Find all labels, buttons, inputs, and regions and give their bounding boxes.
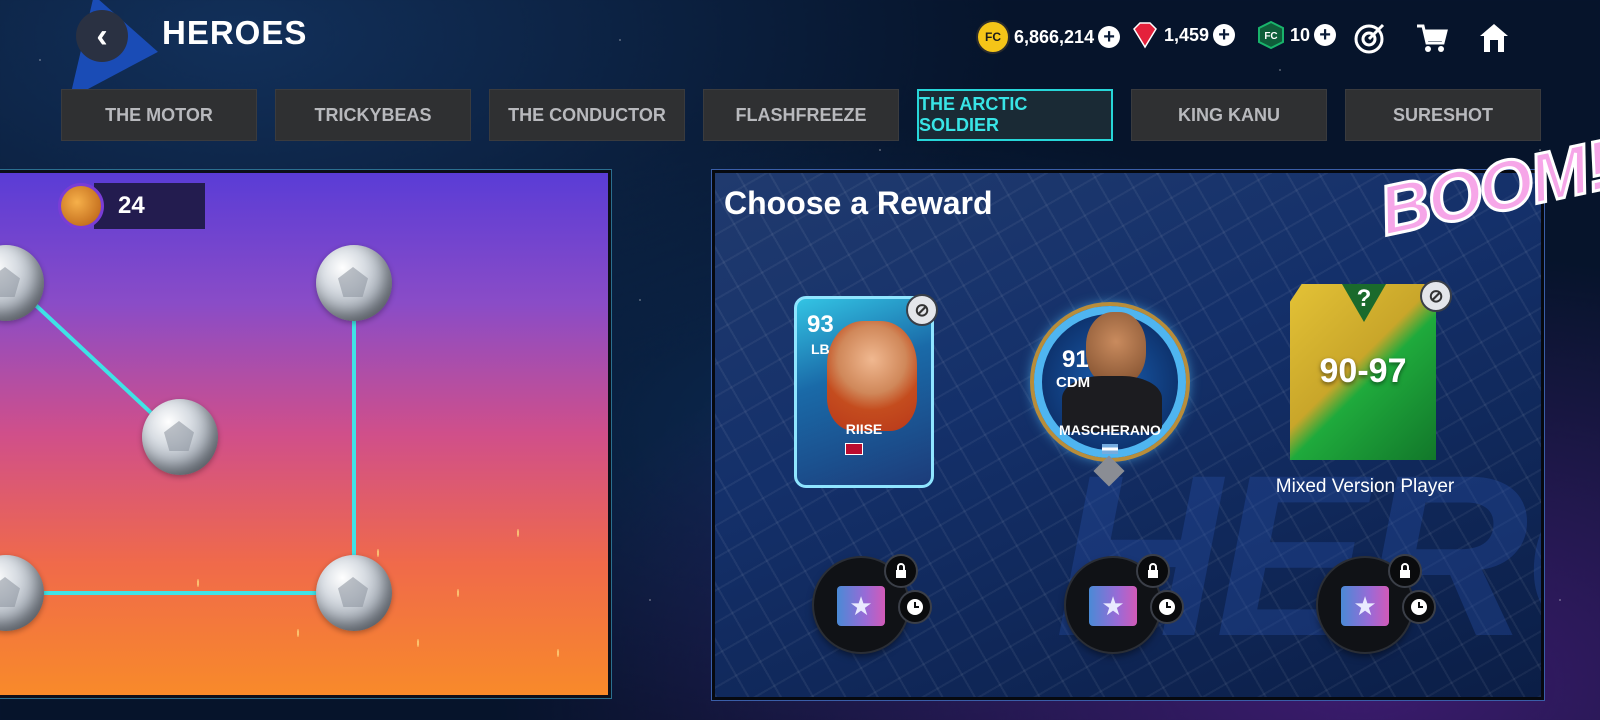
player-position: CDM [1056, 374, 1091, 391]
store-icon[interactable] [1414, 20, 1450, 56]
player-portrait [827, 321, 917, 431]
clock-icon [1402, 590, 1436, 624]
lock-icon [1388, 554, 1422, 588]
player-rating: 91 [1062, 346, 1089, 373]
hero-tabs: THE MOTOR TRICKYBEAS THE CONDUCTOR FLASH… [61, 89, 1541, 141]
ball-count: 24 [94, 183, 205, 229]
page-title: HEROES [162, 14, 308, 51]
add-fc-points-button[interactable]: + [1098, 26, 1121, 48]
untradeable-icon: ⊘ [1420, 280, 1452, 312]
tab-the-motor[interactable]: THE MOTOR [61, 89, 257, 141]
clock-icon [1150, 590, 1184, 624]
add-gems-button[interactable]: + [1213, 24, 1236, 46]
reward-card-mascherano[interactable]: 91 CDM MASCHERANO [1028, 300, 1192, 487]
tab-the-conductor[interactable]: THE CONDUCTOR [489, 89, 685, 141]
ball-counter: 24 [58, 183, 205, 229]
clock-icon [898, 590, 932, 624]
untradeable-icon: ⊘ [906, 294, 938, 326]
tab-flashfreeze[interactable]: FLASHFREEZE [703, 89, 899, 141]
reward-card-mixed-version[interactable]: ? 90-97 [1290, 284, 1436, 464]
currency-value: 10 [1290, 24, 1311, 45]
pack-box-icon: ★ [837, 586, 885, 626]
pack-box-icon: ★ [1089, 586, 1137, 626]
player-portrait [1086, 312, 1146, 386]
tab-king-kanu[interactable]: KING KANU [1131, 89, 1327, 141]
ball-path-panel[interactable]: 24 [0, 169, 612, 699]
objectives-icon[interactable] [1352, 20, 1388, 56]
tab-trickybeas[interactable]: TRICKYBEAS [275, 89, 471, 141]
mixed-version-label: Mixed Version Player [1275, 476, 1455, 497]
reward-title: Choose a Reward [724, 185, 993, 221]
chevron-left-icon: ‹ [76, 10, 128, 62]
rating-range: 90-97 [1319, 352, 1407, 390]
reward-pack[interactable]: ★ [1318, 554, 1436, 652]
path-lines [10, 281, 356, 595]
norway-flag-icon [845, 443, 863, 455]
currency-value: 6,866,214 [1014, 26, 1095, 47]
golden-ball-icon [58, 183, 104, 229]
reward-card-riise[interactable]: 93 LB RIISE [794, 296, 934, 488]
path-node-ball[interactable] [316, 245, 392, 321]
svg-text:FC: FC [1264, 31, 1277, 42]
pack-box-icon: ★ [1341, 586, 1389, 626]
argentina-flag-icon [1102, 444, 1118, 454]
currency-fc-token: FC 10 + [1256, 20, 1337, 50]
currency-fc-points: FC 6,866,214 + [976, 20, 1121, 54]
tab-sureshot[interactable]: SURESHOT [1345, 89, 1541, 141]
path-node-ball[interactable] [142, 399, 218, 475]
player-name: MASCHERANO [1059, 422, 1161, 438]
add-fc-token-button[interactable]: + [1314, 24, 1337, 46]
path-node-ball[interactable] [316, 555, 392, 631]
currency-gems: 1,459 + [1130, 20, 1236, 50]
currency-value: 1,459 [1164, 24, 1210, 45]
tab-the-arctic-soldier[interactable]: THE ARCTIC SOLDIER [917, 89, 1113, 141]
gems-icon [1130, 20, 1160, 50]
back-button[interactable]: ‹ [32, 0, 158, 99]
reward-pack[interactable]: ★ [1066, 554, 1184, 652]
lock-icon [1136, 554, 1170, 588]
player-name: RIISE [845, 421, 883, 437]
player-rating: 93 [807, 311, 834, 338]
home-icon[interactable] [1476, 20, 1512, 56]
fc-token-icon: FC [1256, 20, 1286, 50]
lock-icon [884, 554, 918, 588]
player-position: LB [811, 341, 830, 357]
fc-points-icon: FC [976, 20, 1010, 54]
reward-pack[interactable]: ★ [814, 554, 932, 652]
rank-gem-icon [1093, 455, 1125, 487]
